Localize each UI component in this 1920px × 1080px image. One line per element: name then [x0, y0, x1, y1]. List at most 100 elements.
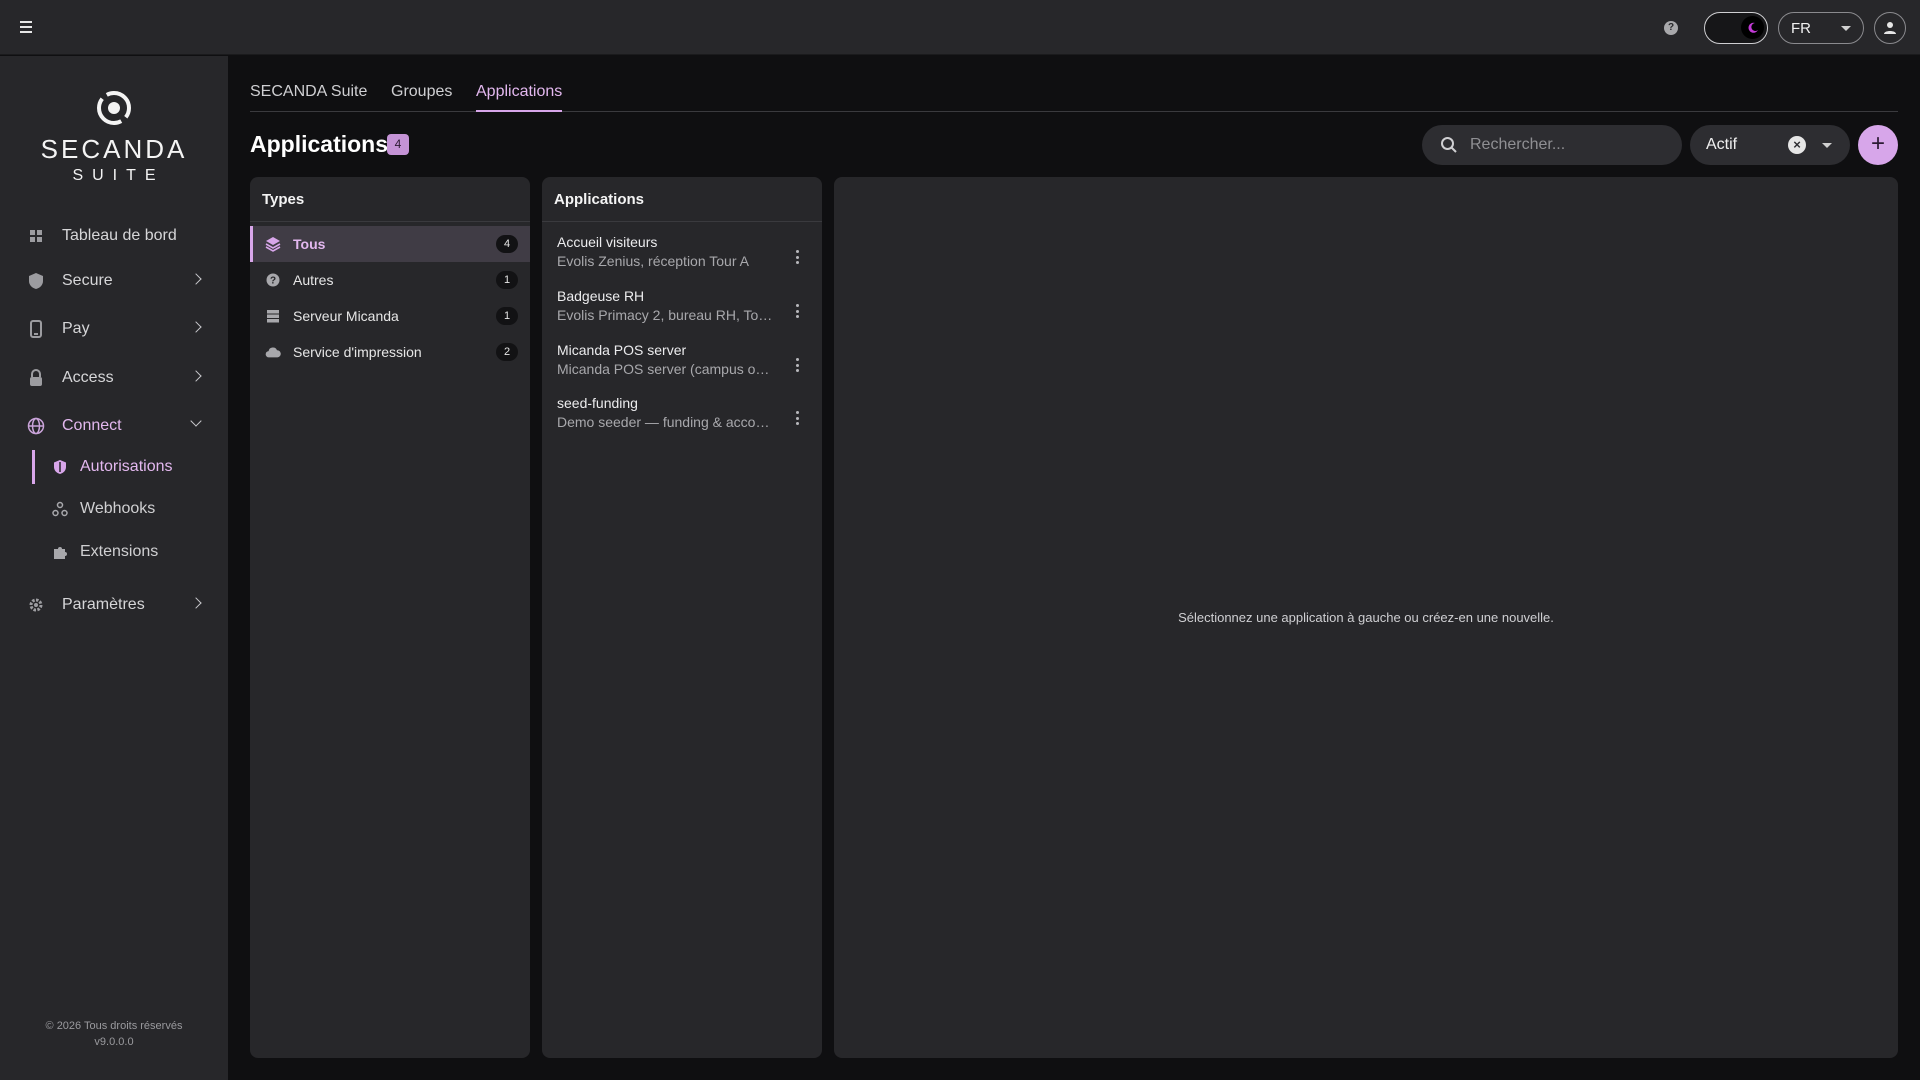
application-item[interactable]: Accueil visiteurs Evolis Zenius, récepti…	[542, 228, 822, 282]
add-application-button[interactable]: +	[1858, 125, 1898, 165]
top-bar-actions: ? FR	[1664, 11, 1906, 45]
type-label: Service d'impression	[293, 344, 422, 360]
type-item-service-impression[interactable]: Service d'impression 2	[250, 334, 530, 370]
status-filter-select[interactable]: Actif ×	[1690, 125, 1850, 165]
sidebar-item-label: Paramètres	[62, 596, 145, 613]
cloud-icon	[265, 344, 281, 360]
lock-icon	[27, 369, 45, 387]
page-title: Applications	[250, 131, 389, 157]
theme-toggle[interactable]	[1704, 12, 1768, 44]
user-icon	[1884, 22, 1896, 34]
application-name: seed-funding	[557, 395, 638, 411]
empty-state-message: Sélectionnez une application à gauche ou…	[1178, 610, 1554, 625]
status-filter-value: Actif	[1706, 136, 1738, 153]
sidebar-item-parametres[interactable]: Paramètres	[0, 585, 228, 625]
more-options-icon[interactable]	[796, 304, 800, 318]
sidebar-subitem-autorisations[interactable]: Autorisations	[32, 450, 228, 484]
language-value: FR	[1791, 19, 1811, 37]
more-options-icon[interactable]	[796, 358, 800, 372]
types-panel-title: Types	[250, 177, 530, 222]
sidebar-item-pay[interactable]: Pay	[0, 309, 228, 349]
chevron-right-icon	[190, 597, 202, 609]
gear-icon	[27, 596, 45, 614]
grid-icon	[27, 227, 45, 245]
type-item-tous[interactable]: Tous 4	[250, 226, 530, 262]
sidebar-subitem-label: Extensions	[80, 543, 159, 560]
user-avatar[interactable]	[1874, 12, 1906, 44]
type-label: Tous	[293, 236, 326, 252]
sidebar-item-secure[interactable]: Secure	[0, 261, 228, 301]
tab-groupes[interactable]: Groupes	[391, 83, 452, 112]
moon-icon	[1741, 16, 1764, 39]
sidebar-subitem-label: Webhooks	[80, 500, 156, 517]
sidebar-item-label: Access	[62, 369, 114, 386]
layers-icon	[265, 236, 281, 252]
type-count: 1	[496, 307, 518, 325]
shield-icon	[27, 272, 45, 290]
search-input[interactable]	[1470, 136, 1670, 154]
sidebar-subitem-label: Autorisations	[80, 458, 173, 475]
secanda-logo: SECANDA SUITE	[0, 90, 228, 185]
puzzle-icon	[52, 544, 68, 560]
shield-check-icon	[52, 459, 68, 475]
type-item-serveur-micanda[interactable]: Serveur Micanda 1	[250, 298, 530, 334]
svg-text:?: ?	[270, 276, 276, 287]
application-description: Evolis Primacy 2, bureau RH, Tour B	[557, 307, 775, 323]
sidebar-item-label: Secure	[62, 272, 113, 289]
sidebar-subitem-extensions[interactable]: Extensions	[32, 535, 228, 569]
sidebar-subitem-webhooks[interactable]: Webhooks	[32, 492, 228, 526]
server-icon	[265, 308, 281, 324]
top-bar: ? FR	[0, 0, 1920, 55]
logo-mark-icon	[97, 91, 131, 125]
globe-icon	[27, 417, 45, 435]
chevron-right-icon	[190, 321, 202, 333]
chevron-right-icon	[190, 273, 202, 285]
copyright-text: © 2026 Tous droits réservés	[45, 1020, 183, 1032]
breadcrumb-tabs: SECANDA Suite Groupes Applications	[250, 83, 1898, 112]
clear-icon[interactable]: ×	[1788, 136, 1806, 154]
help-icon[interactable]: ?	[1664, 21, 1678, 35]
logo-subtitle: SUITE	[72, 167, 165, 184]
sidebar-item-dashboard[interactable]: Tableau de bord	[0, 216, 228, 256]
language-select[interactable]: FR	[1778, 12, 1864, 44]
type-label: Serveur Micanda	[293, 308, 399, 324]
application-item[interactable]: Badgeuse RH Evolis Primacy 2, bureau RH,…	[542, 282, 822, 336]
application-name: Micanda POS server	[557, 342, 687, 358]
more-options-icon[interactable]	[796, 250, 800, 264]
sidebar-item-label: Pay	[62, 320, 90, 337]
application-description: Evolis Zenius, réception Tour A	[557, 253, 749, 269]
application-detail-panel: Sélectionnez une application à gauche ou…	[834, 177, 1898, 1058]
application-item[interactable]: Micanda POS server Micanda POS server (c…	[542, 336, 822, 390]
type-item-autres[interactable]: ? Autres 1	[250, 262, 530, 298]
sidebar-item-label: Connect	[62, 417, 122, 434]
sidebar: SECANDA SUITE Tableau de bord Secure Pay…	[0, 56, 228, 1080]
type-label: Autres	[293, 272, 334, 288]
tab-secanda-suite[interactable]: SECANDA Suite	[250, 83, 367, 112]
application-description: Micanda POS server (campus ouest)	[557, 361, 775, 377]
application-item[interactable]: seed-funding Demo seeder — funding & acc…	[542, 389, 822, 443]
type-count: 2	[496, 343, 518, 361]
search-icon	[1441, 137, 1457, 153]
types-panel: Types Tous 4 ? Autres 1 Serveur Micanda …	[250, 177, 530, 1058]
chevron-down-icon	[190, 415, 202, 427]
application-name: Badgeuse RH	[557, 288, 645, 304]
webhook-icon	[52, 501, 68, 517]
chevron-down-icon[interactable]	[1822, 143, 1832, 148]
application-description: Demo seeder — funding & accounts	[557, 414, 775, 430]
more-options-icon[interactable]	[796, 411, 800, 425]
applications-count-badge: 4	[387, 134, 409, 155]
sidebar-item-access[interactable]: Access	[0, 358, 228, 398]
type-count: 1	[496, 271, 518, 289]
applications-panel: Applications Accueil visiteurs Evolis Ze…	[542, 177, 822, 1058]
version-text: v9.0.0.0	[94, 1036, 134, 1048]
sidebar-item-label: Tableau de bord	[62, 227, 177, 244]
tab-applications[interactable]: Applications	[476, 83, 563, 112]
sidebar-footer: © 2026 Tous droits réservés v9.0.0.0	[0, 1018, 228, 1050]
type-count: 4	[496, 235, 518, 253]
chevron-down-icon	[1841, 25, 1851, 31]
applications-panel-title: Applications	[542, 177, 822, 222]
sidebar-item-connect[interactable]: Connect	[0, 406, 228, 446]
application-name: Accueil visiteurs	[557, 234, 658, 250]
menu-icon[interactable]	[16, 17, 36, 37]
chevron-right-icon	[190, 370, 202, 382]
